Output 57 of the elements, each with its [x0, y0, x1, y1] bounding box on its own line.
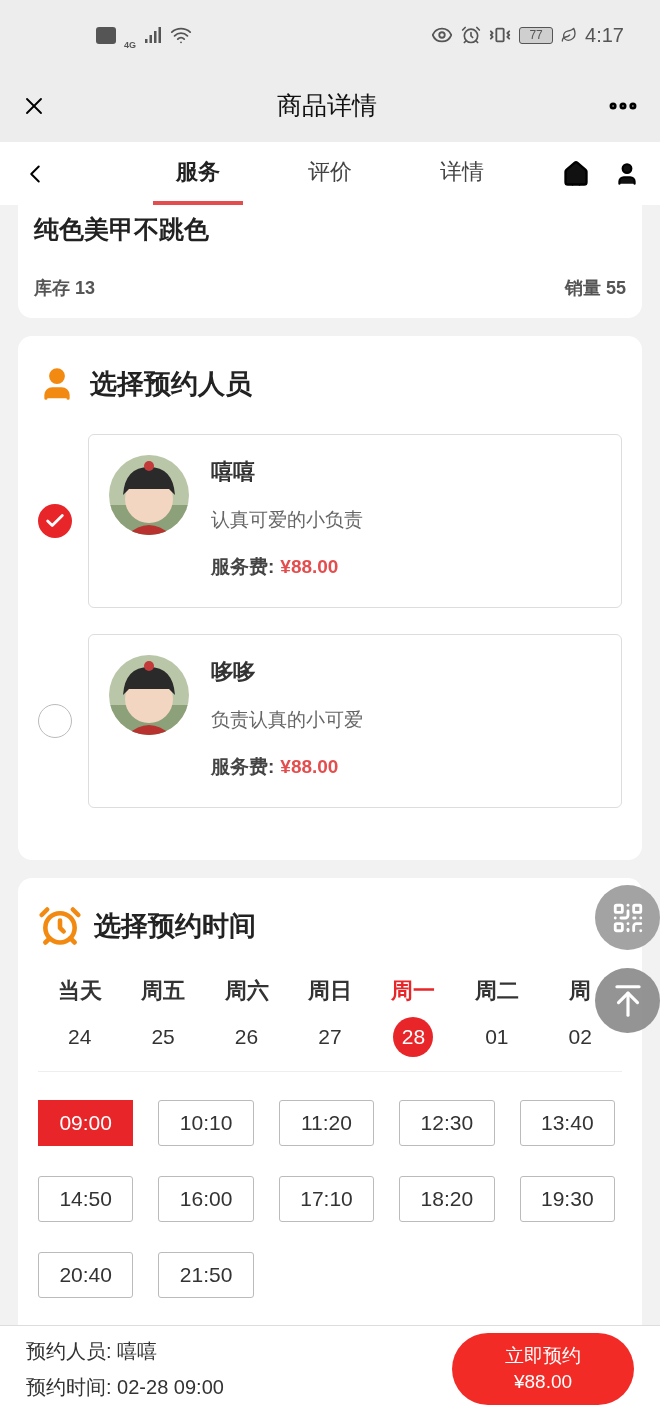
fee-label: 服务费: — [211, 554, 275, 579]
time-slot[interactable]: 13:40 — [519, 1100, 615, 1146]
time-slot[interactable]: 16:00 — [158, 1176, 254, 1222]
time-slot[interactable]: 14:50 — [38, 1176, 134, 1222]
fee-label: 服务费: — [211, 754, 275, 779]
time-slot[interactable]: 11:20 — [278, 1100, 375, 1146]
weekday-label[interactable]: 周二 — [474, 974, 519, 1007]
staff-description: 认真可爱的小负责 — [211, 508, 363, 532]
fee-price: ¥88.00 — [280, 754, 339, 779]
tab[interactable]: 详情 — [417, 142, 507, 205]
clock: 4:17 — [585, 23, 624, 48]
time-slot[interactable]: 21:50 — [158, 1252, 254, 1298]
staff-option[interactable]: 哆哆 负责认真的小可爱 服务费: ¥88.00 — [88, 634, 622, 808]
time-slot[interactable]: 10:10 — [158, 1100, 254, 1146]
network-label: 4G — [124, 39, 136, 53]
radio-button[interactable] — [38, 504, 72, 538]
selected-staff-text: 预约人员: 嘻嘻 — [26, 1339, 159, 1364]
radio-button[interactable] — [38, 704, 72, 738]
date-tab[interactable]: 26 — [226, 1017, 267, 1057]
battery-indicator: 77 — [519, 26, 554, 44]
weekday-label[interactable]: 周 — [569, 974, 592, 1007]
date-tab[interactable]: 25 — [143, 1017, 184, 1057]
staff-option[interactable]: 嘻嘻 认真可爱的小负责 服务费: ¥88.00 — [88, 434, 622, 608]
weekday-label[interactable]: 周日 — [307, 974, 352, 1007]
tab[interactable]: 评价 — [285, 142, 375, 205]
staff-name: 哆哆 — [211, 658, 256, 686]
staff-name: 嘻嘻 — [211, 458, 256, 486]
date-tab[interactable]: 27 — [309, 1017, 350, 1057]
time-slot[interactable]: 12:30 — [399, 1100, 495, 1146]
weekday-label[interactable]: 周一 — [391, 974, 436, 1007]
time-slot[interactable]: 20:40 — [38, 1252, 134, 1298]
weekday-label[interactable]: 周六 — [224, 974, 269, 1007]
time-slot[interactable]: 17:10 — [278, 1176, 375, 1222]
staff-description: 负责认真的小可爱 — [211, 708, 363, 732]
selected-time-text: 预约时间: 02-28 09:00 — [26, 1375, 224, 1400]
date-tab[interactable]: 28 — [393, 1017, 434, 1057]
alarm-icon — [461, 25, 482, 45]
product-name: 纯色美甲不跳色 — [34, 214, 210, 245]
date-tab[interactable]: 24 — [59, 1017, 100, 1057]
section-title: 选择预约时间 — [94, 909, 256, 943]
alarm-clock-icon — [38, 904, 82, 948]
date-tab[interactable]: 02 — [560, 1017, 601, 1057]
sales-label: 销量 55 — [564, 276, 626, 300]
date-tab[interactable]: 01 — [476, 1017, 517, 1057]
page-title: 商品详情 — [277, 90, 377, 122]
weekday-label[interactable]: 当天 — [57, 974, 102, 1007]
weekday-label[interactable]: 周五 — [141, 974, 186, 1007]
section-title: 选择预约人员 — [90, 367, 252, 401]
book-now-button[interactable]: 立即预约 ¥88.00 — [452, 1333, 634, 1405]
time-slot[interactable]: 19:30 — [519, 1176, 615, 1222]
leaf-icon — [561, 27, 578, 43]
fee-price: ¥88.00 — [280, 554, 339, 579]
home-icon[interactable] — [562, 159, 590, 188]
time-slot[interactable]: 09:00 — [38, 1100, 134, 1146]
time-slot[interactable]: 18:20 — [399, 1176, 495, 1222]
signal-icon — [144, 26, 162, 44]
stock-label: 库存 13 — [34, 276, 96, 300]
